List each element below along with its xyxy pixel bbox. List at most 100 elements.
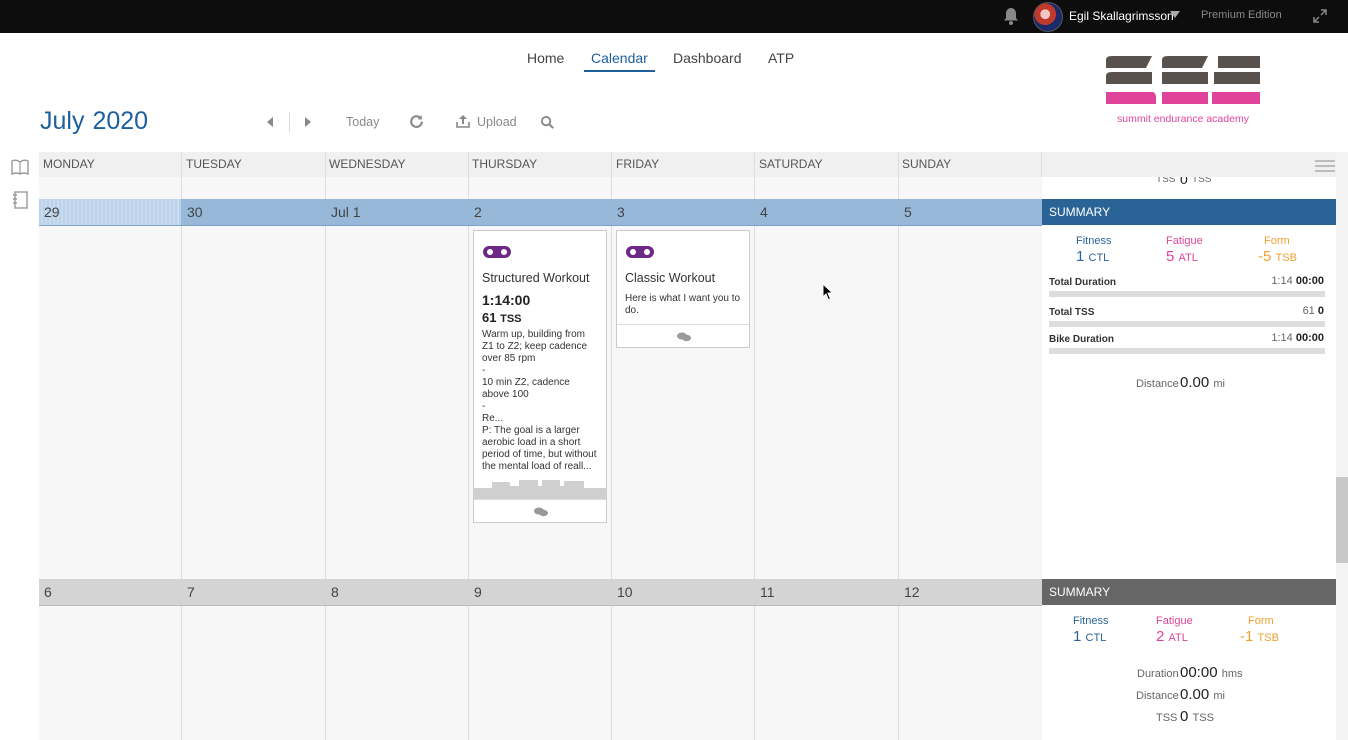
nav-atp[interactable]: ATP xyxy=(768,50,794,66)
book-icon[interactable] xyxy=(11,158,29,176)
date-cell[interactable]: 2 xyxy=(469,199,611,225)
upload-button[interactable]: Upload xyxy=(477,115,517,129)
tss-unit: TSS xyxy=(1192,177,1212,185)
top-bar: Egil Skallagrimsson Premium Edition xyxy=(0,0,1348,33)
form-label: Form xyxy=(1264,235,1290,247)
notebook-icon[interactable] xyxy=(11,191,29,209)
weekday-label: TUESDAY xyxy=(186,157,242,171)
divider xyxy=(754,177,755,740)
date-cell[interactable]: 7 xyxy=(182,579,325,605)
expand-icon[interactable] xyxy=(1312,8,1328,24)
duration-label: Duration xyxy=(1137,668,1179,680)
weekday-label: THURSDAY xyxy=(472,157,538,171)
date-cell[interactable]: 9 xyxy=(469,579,611,605)
summary-panel-partial: TSS 0 TSS xyxy=(1042,177,1336,199)
progress-bar xyxy=(1049,291,1325,297)
date-cell[interactable]: 29 xyxy=(39,199,181,225)
date-cell[interactable]: Jul 1 xyxy=(326,199,468,225)
workout-card-structured[interactable]: Structured Workout 1:14:00 61 TSS Warm u… xyxy=(473,230,607,523)
fitness-value: 1 CTL xyxy=(1073,628,1107,645)
date-cell[interactable]: 5 xyxy=(899,199,1042,225)
date-cell[interactable]: 8 xyxy=(326,579,468,605)
workout-description: Warm up, building from Z1 to Z2; keep ca… xyxy=(482,329,597,472)
weekday-label: FRIDAY xyxy=(616,157,660,171)
today-button[interactable]: Today xyxy=(346,115,379,129)
divider xyxy=(289,112,290,132)
summary-panel: Fitness 1 CTL Fatigue 2 ATL Form -1 TSB … xyxy=(1042,605,1336,740)
bike-duration-label: Bike Duration xyxy=(1049,334,1115,345)
bike-icon xyxy=(626,246,654,258)
bell-icon[interactable] xyxy=(1001,6,1021,26)
summary-header: SUMMARY xyxy=(1042,199,1336,225)
fatigue-value: 5 ATL xyxy=(1166,248,1198,265)
next-arrow-icon[interactable] xyxy=(303,116,313,128)
week-bar: 29 30 Jul 1 2 3 4 5 xyxy=(39,199,1042,226)
divider xyxy=(898,152,899,177)
duration-value: 00:00 hms xyxy=(1180,664,1243,681)
year: 2020 xyxy=(92,107,149,135)
fitness-value: 1 CTL xyxy=(1076,248,1110,265)
divider xyxy=(468,177,469,740)
total-tss-value: 61 0 xyxy=(1302,305,1324,317)
bike-duration-value: 1:14 00:00 xyxy=(1271,332,1324,344)
date-cell[interactable]: 11 xyxy=(755,579,898,605)
date-cell[interactable]: 4 xyxy=(755,199,898,225)
workout-description: Here is what I want you to do. xyxy=(625,293,741,316)
logo-text: summit endurance academy xyxy=(1117,113,1249,125)
nav-home[interactable]: Home xyxy=(527,50,564,66)
divider xyxy=(611,177,612,740)
divider xyxy=(468,152,469,177)
username[interactable]: Egil Skallagrimsson xyxy=(1069,9,1174,23)
cursor-icon xyxy=(822,283,834,301)
divider xyxy=(611,152,612,177)
calendar-grid: TSS 0 TSS 29 30 Jul 1 2 3 4 5 SUMMARY Fi… xyxy=(39,177,1336,740)
comment-icon[interactable] xyxy=(534,507,548,517)
date-cell[interactable]: 10 xyxy=(612,579,754,605)
card-footer[interactable] xyxy=(474,499,606,524)
divider xyxy=(325,177,326,740)
distance-value: 0.00 mi xyxy=(1180,686,1225,703)
weekday-label: MONDAY xyxy=(43,157,95,171)
scrollbar-thumb[interactable] xyxy=(1336,477,1348,563)
weekday-label: WEDNESDAY xyxy=(329,157,406,171)
weekday-label: SUNDAY xyxy=(902,157,952,171)
tss-label: TSS xyxy=(1156,177,1176,185)
month-name: July xyxy=(40,107,85,135)
upload-icon[interactable] xyxy=(455,113,471,129)
date-cell[interactable]: 6 xyxy=(39,579,181,605)
prev-arrow-icon[interactable] xyxy=(265,116,275,128)
tss-label: TSS xyxy=(1156,712,1178,724)
divider xyxy=(754,152,755,177)
scrollbar[interactable] xyxy=(1336,152,1348,740)
date-cell[interactable]: 3 xyxy=(612,199,754,225)
progress-bar xyxy=(1049,321,1325,327)
menu-icon[interactable] xyxy=(1315,160,1335,172)
workout-profile-chart xyxy=(474,480,606,499)
avatar[interactable] xyxy=(1033,2,1063,32)
date-cell[interactable]: 12 xyxy=(899,579,1042,605)
fitness-label: Fitness xyxy=(1073,615,1109,627)
date-cell[interactable]: 30 xyxy=(182,199,325,225)
divider xyxy=(181,152,182,177)
distance-label: Distance xyxy=(1136,690,1179,702)
summary-header: SUMMARY xyxy=(1042,579,1336,605)
distance-label: Distance xyxy=(1136,378,1179,390)
nav-calendar[interactable]: Calendar xyxy=(584,50,655,72)
total-tss-label: Total TSS xyxy=(1049,307,1095,318)
chevron-down-icon[interactable] xyxy=(1170,11,1180,18)
divider xyxy=(181,177,182,740)
comment-icon[interactable] xyxy=(677,332,691,342)
distance-value: 0.00 mi xyxy=(1180,374,1225,391)
nav-dashboard[interactable]: Dashboard xyxy=(673,50,742,66)
divider xyxy=(898,177,899,740)
workout-card-classic[interactable]: Classic Workout Here is what I want you … xyxy=(616,230,750,348)
fatigue-label: Fatigue xyxy=(1156,615,1193,627)
card-footer[interactable] xyxy=(617,324,749,349)
workout-duration: 1:14:00 xyxy=(482,292,531,308)
refresh-icon[interactable] xyxy=(408,113,425,130)
left-sidebar xyxy=(0,150,38,740)
search-icon[interactable] xyxy=(540,115,555,130)
bike-icon xyxy=(483,246,511,258)
workout-title: Classic Workout xyxy=(625,271,716,285)
fatigue-value: 2 ATL xyxy=(1156,628,1188,645)
